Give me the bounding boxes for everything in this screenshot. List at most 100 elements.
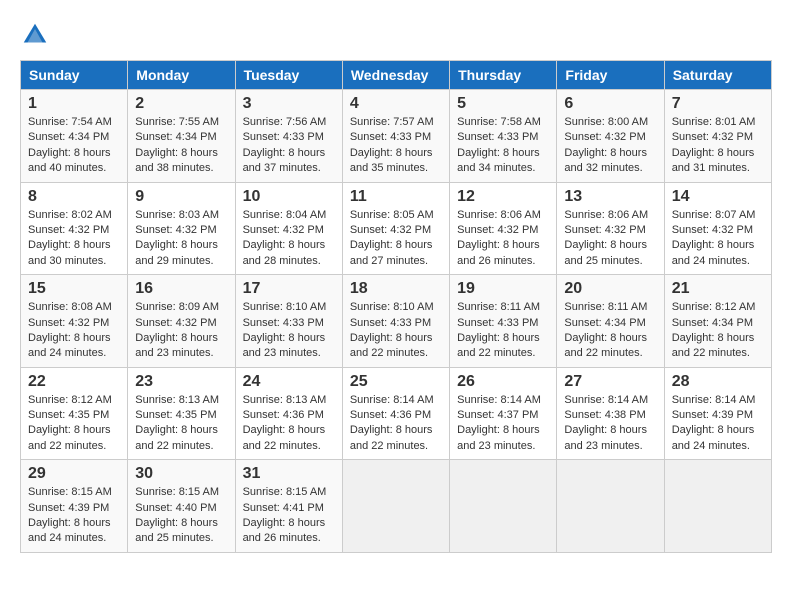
day-info: Sunrise: 8:08 AM Sunset: 4:32 PM Dayligh… [28, 300, 120, 362]
calendar-week-row: 29 Sunrise: 8:15 AM Sunset: 4:39 PM Dayl… [21, 460, 772, 553]
day-number: 21 [672, 280, 764, 298]
day-info: Sunrise: 8:04 AM Sunset: 4:32 PM Dayligh… [243, 208, 335, 270]
calendar-cell: 21 Sunrise: 8:12 AM Sunset: 4:34 PM Dayl… [664, 275, 771, 368]
calendar-cell: 31 Sunrise: 8:15 AM Sunset: 4:41 PM Dayl… [235, 460, 342, 553]
day-info: Sunrise: 8:05 AM Sunset: 4:32 PM Dayligh… [350, 208, 442, 270]
day-info: Sunrise: 8:14 AM Sunset: 4:36 PM Dayligh… [350, 393, 442, 455]
day-header-saturday: Saturday [664, 61, 771, 90]
calendar-cell: 24 Sunrise: 8:13 AM Sunset: 4:36 PM Dayl… [235, 367, 342, 460]
calendar-cell: 10 Sunrise: 8:04 AM Sunset: 4:32 PM Dayl… [235, 182, 342, 275]
calendar-table: SundayMondayTuesdayWednesdayThursdayFrid… [20, 60, 772, 553]
calendar-cell: 2 Sunrise: 7:55 AM Sunset: 4:34 PM Dayli… [128, 90, 235, 183]
calendar-cell: 19 Sunrise: 8:11 AM Sunset: 4:33 PM Dayl… [450, 275, 557, 368]
day-header-tuesday: Tuesday [235, 61, 342, 90]
day-number: 13 [564, 188, 656, 206]
day-info: Sunrise: 8:09 AM Sunset: 4:32 PM Dayligh… [135, 300, 227, 362]
day-number: 24 [243, 373, 335, 391]
calendar-cell [450, 460, 557, 553]
day-info: Sunrise: 8:10 AM Sunset: 4:33 PM Dayligh… [350, 300, 442, 362]
calendar-week-row: 15 Sunrise: 8:08 AM Sunset: 4:32 PM Dayl… [21, 275, 772, 368]
day-number: 8 [28, 188, 120, 206]
day-info: Sunrise: 8:14 AM Sunset: 4:39 PM Dayligh… [672, 393, 764, 455]
day-number: 23 [135, 373, 227, 391]
calendar-cell: 7 Sunrise: 8:01 AM Sunset: 4:32 PM Dayli… [664, 90, 771, 183]
day-header-wednesday: Wednesday [342, 61, 449, 90]
day-info: Sunrise: 8:02 AM Sunset: 4:32 PM Dayligh… [28, 208, 120, 270]
calendar-cell [557, 460, 664, 553]
calendar-cell: 15 Sunrise: 8:08 AM Sunset: 4:32 PM Dayl… [21, 275, 128, 368]
calendar-cell: 28 Sunrise: 8:14 AM Sunset: 4:39 PM Dayl… [664, 367, 771, 460]
day-number: 18 [350, 280, 442, 298]
day-number: 31 [243, 465, 335, 483]
calendar-cell: 4 Sunrise: 7:57 AM Sunset: 4:33 PM Dayli… [342, 90, 449, 183]
day-number: 6 [564, 95, 656, 113]
day-number: 15 [28, 280, 120, 298]
calendar-cell: 17 Sunrise: 8:10 AM Sunset: 4:33 PM Dayl… [235, 275, 342, 368]
day-number: 10 [243, 188, 335, 206]
calendar-cell: 11 Sunrise: 8:05 AM Sunset: 4:32 PM Dayl… [342, 182, 449, 275]
calendar-cell: 25 Sunrise: 8:14 AM Sunset: 4:36 PM Dayl… [342, 367, 449, 460]
day-number: 19 [457, 280, 549, 298]
calendar-cell: 9 Sunrise: 8:03 AM Sunset: 4:32 PM Dayli… [128, 182, 235, 275]
calendar-week-row: 1 Sunrise: 7:54 AM Sunset: 4:34 PM Dayli… [21, 90, 772, 183]
logo-icon [20, 20, 50, 50]
day-header-thursday: Thursday [450, 61, 557, 90]
calendar-cell: 22 Sunrise: 8:12 AM Sunset: 4:35 PM Dayl… [21, 367, 128, 460]
logo [20, 20, 54, 50]
day-info: Sunrise: 8:14 AM Sunset: 4:37 PM Dayligh… [457, 393, 549, 455]
day-info: Sunrise: 8:01 AM Sunset: 4:32 PM Dayligh… [672, 115, 764, 177]
day-number: 1 [28, 95, 120, 113]
day-info: Sunrise: 8:06 AM Sunset: 4:32 PM Dayligh… [564, 208, 656, 270]
calendar-cell: 18 Sunrise: 8:10 AM Sunset: 4:33 PM Dayl… [342, 275, 449, 368]
day-info: Sunrise: 8:14 AM Sunset: 4:38 PM Dayligh… [564, 393, 656, 455]
day-number: 30 [135, 465, 227, 483]
day-number: 27 [564, 373, 656, 391]
calendar-week-row: 22 Sunrise: 8:12 AM Sunset: 4:35 PM Dayl… [21, 367, 772, 460]
day-info: Sunrise: 8:12 AM Sunset: 4:34 PM Dayligh… [672, 300, 764, 362]
day-info: Sunrise: 8:07 AM Sunset: 4:32 PM Dayligh… [672, 208, 764, 270]
calendar-cell: 16 Sunrise: 8:09 AM Sunset: 4:32 PM Dayl… [128, 275, 235, 368]
day-info: Sunrise: 7:57 AM Sunset: 4:33 PM Dayligh… [350, 115, 442, 177]
calendar-cell: 6 Sunrise: 8:00 AM Sunset: 4:32 PM Dayli… [557, 90, 664, 183]
day-info: Sunrise: 8:15 AM Sunset: 4:39 PM Dayligh… [28, 485, 120, 547]
day-number: 5 [457, 95, 549, 113]
calendar-cell: 3 Sunrise: 7:56 AM Sunset: 4:33 PM Dayli… [235, 90, 342, 183]
calendar-cell: 23 Sunrise: 8:13 AM Sunset: 4:35 PM Dayl… [128, 367, 235, 460]
day-number: 16 [135, 280, 227, 298]
day-number: 22 [28, 373, 120, 391]
day-info: Sunrise: 7:55 AM Sunset: 4:34 PM Dayligh… [135, 115, 227, 177]
day-header-monday: Monday [128, 61, 235, 90]
day-info: Sunrise: 8:12 AM Sunset: 4:35 PM Dayligh… [28, 393, 120, 455]
day-info: Sunrise: 8:11 AM Sunset: 4:33 PM Dayligh… [457, 300, 549, 362]
calendar-cell [342, 460, 449, 553]
day-number: 26 [457, 373, 549, 391]
calendar-cell: 5 Sunrise: 7:58 AM Sunset: 4:33 PM Dayli… [450, 90, 557, 183]
day-number: 11 [350, 188, 442, 206]
day-info: Sunrise: 8:10 AM Sunset: 4:33 PM Dayligh… [243, 300, 335, 362]
day-info: Sunrise: 7:58 AM Sunset: 4:33 PM Dayligh… [457, 115, 549, 177]
day-number: 17 [243, 280, 335, 298]
page-header [20, 20, 772, 50]
calendar-cell: 12 Sunrise: 8:06 AM Sunset: 4:32 PM Dayl… [450, 182, 557, 275]
day-number: 7 [672, 95, 764, 113]
day-info: Sunrise: 8:13 AM Sunset: 4:36 PM Dayligh… [243, 393, 335, 455]
calendar-cell: 1 Sunrise: 7:54 AM Sunset: 4:34 PM Dayli… [21, 90, 128, 183]
day-info: Sunrise: 8:03 AM Sunset: 4:32 PM Dayligh… [135, 208, 227, 270]
calendar-cell: 14 Sunrise: 8:07 AM Sunset: 4:32 PM Dayl… [664, 182, 771, 275]
day-number: 29 [28, 465, 120, 483]
day-number: 25 [350, 373, 442, 391]
day-info: Sunrise: 8:15 AM Sunset: 4:41 PM Dayligh… [243, 485, 335, 547]
calendar-cell: 30 Sunrise: 8:15 AM Sunset: 4:40 PM Dayl… [128, 460, 235, 553]
day-header-sunday: Sunday [21, 61, 128, 90]
day-info: Sunrise: 7:56 AM Sunset: 4:33 PM Dayligh… [243, 115, 335, 177]
day-number: 28 [672, 373, 764, 391]
day-number: 4 [350, 95, 442, 113]
day-info: Sunrise: 8:06 AM Sunset: 4:32 PM Dayligh… [457, 208, 549, 270]
calendar-cell: 27 Sunrise: 8:14 AM Sunset: 4:38 PM Dayl… [557, 367, 664, 460]
day-number: 12 [457, 188, 549, 206]
day-info: Sunrise: 8:00 AM Sunset: 4:32 PM Dayligh… [564, 115, 656, 177]
day-number: 14 [672, 188, 764, 206]
day-header-friday: Friday [557, 61, 664, 90]
calendar-cell: 8 Sunrise: 8:02 AM Sunset: 4:32 PM Dayli… [21, 182, 128, 275]
calendar-header-row: SundayMondayTuesdayWednesdayThursdayFrid… [21, 61, 772, 90]
